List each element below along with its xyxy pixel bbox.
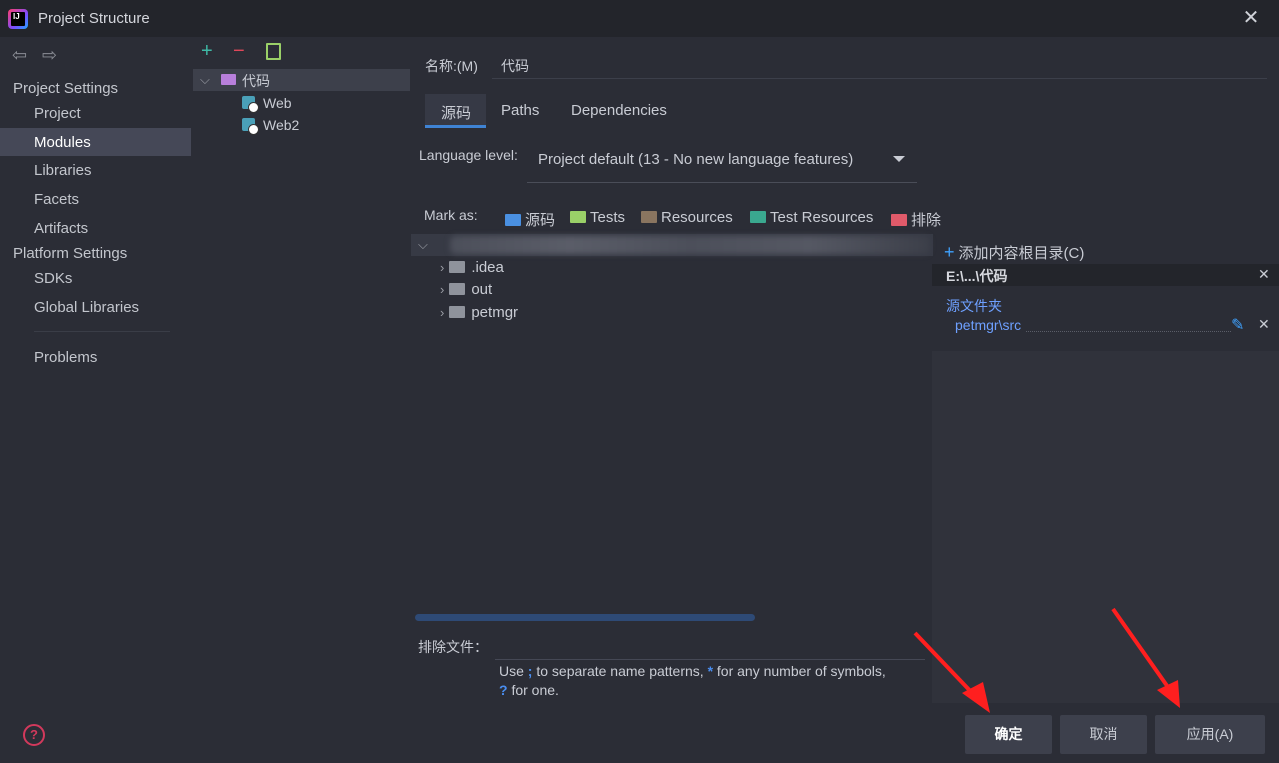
mark-tests-label: Tests [590, 209, 626, 226]
ok-button[interactable]: 确定 [965, 715, 1052, 754]
help-icon[interactable]: ? [23, 724, 45, 746]
module-folder-icon [221, 74, 236, 85]
chevron-right-icon: › [440, 282, 445, 297]
exclude-files-label: 排除文件： [418, 639, 488, 655]
exclude-files-field[interactable] [495, 659, 925, 660]
chevron-right-icon: › [440, 305, 445, 320]
nav-header-platform-settings: Platform Settings [13, 245, 128, 262]
excluded-folder-icon [891, 214, 907, 226]
language-level-value: Project default (13 - No new language fe… [538, 151, 854, 168]
nav-header-project-settings: Project Settings [13, 80, 119, 97]
module-child-web2[interactable]: Web2 [263, 117, 299, 133]
name-field-underline [492, 78, 1267, 79]
copy-module-icon[interactable] [266, 43, 281, 60]
window-title: Project Structure [38, 10, 150, 27]
plus-icon: + [944, 242, 955, 262]
chevron-down-icon[interactable]: ⌵ [418, 237, 428, 253]
intellij-app-icon: IJ [8, 9, 28, 29]
exclude-hint-line2: ? for one. [499, 682, 559, 698]
tab-active-underline [425, 125, 486, 128]
mark-tests-button[interactable]: Tests [570, 209, 625, 226]
mark-resources-button[interactable]: Resources [641, 209, 733, 226]
forward-arrow-icon[interactable]: ⇨ [42, 45, 57, 66]
folder-icon [449, 283, 466, 295]
nav-item-sdks[interactable]: SDKs [34, 270, 72, 287]
source-folder-path: petmgr\src [955, 317, 1022, 333]
blurred-root-path [450, 236, 930, 254]
folder-label: out [471, 281, 493, 298]
mark-test-resources-button[interactable]: Test Resources [750, 209, 873, 226]
close-icon[interactable]: ✕ [1240, 6, 1262, 30]
mark-excluded-button[interactable]: 排除 [891, 209, 941, 230]
folder-label: petmgr [471, 304, 519, 321]
nav-item-artifacts[interactable]: Artifacts [34, 220, 88, 237]
mark-resources-label: Resources [661, 209, 733, 226]
mark-test-resources-label: Test Resources [770, 209, 874, 226]
nav-item-project[interactable]: Project [34, 105, 81, 122]
nav-item-global-libraries[interactable]: Global Libraries [34, 299, 139, 316]
nav-item-libraries[interactable]: Libraries [34, 162, 92, 179]
folder-icon [449, 306, 466, 318]
test-folder-icon [570, 211, 586, 223]
mark-excluded-label: 排除 [911, 212, 942, 229]
mark-as-label: Mark as: [424, 207, 478, 223]
horizontal-scrollbar[interactable] [415, 614, 755, 621]
title-bar [0, 0, 1279, 37]
file-tree-item-petmgr[interactable]: › petmgr [440, 304, 518, 321]
add-module-icon[interactable]: + [201, 40, 213, 63]
resources-folder-icon [641, 211, 657, 223]
apply-button[interactable]: 应用(A) [1155, 715, 1265, 754]
name-field[interactable]: 代码 [501, 56, 529, 76]
remove-module-icon[interactable]: − [233, 40, 245, 63]
file-tree-item-out[interactable]: › out [440, 281, 492, 298]
add-content-root-label: 添加内容根目录(C) [958, 245, 1085, 262]
name-label: 名称:(M) [425, 58, 478, 74]
add-content-root-button[interactable]: + 添加内容根目录(C) [944, 242, 1084, 263]
edit-pencil-icon[interactable]: ✎ [1231, 315, 1244, 335]
folder-label: .idea [471, 259, 504, 276]
nav-selection-highlight [0, 128, 191, 156]
cancel-button[interactable]: 取消 [1060, 715, 1147, 754]
module-root-label[interactable]: 代码 [242, 71, 270, 91]
dropdown-caret-icon [893, 156, 905, 162]
tab-sources[interactable]: 源码 [441, 102, 471, 123]
exclude-hint-line1: Use ; to separate name patterns, * for a… [499, 663, 886, 679]
mark-sources-button[interactable]: 源码 [505, 209, 555, 230]
tab-paths[interactable]: Paths [501, 102, 539, 119]
remove-source-folder-icon[interactable]: ✕ [1258, 316, 1270, 333]
web-facet-icon [242, 118, 259, 135]
back-arrow-icon[interactable]: ⇦ [12, 45, 27, 66]
tab-dependencies[interactable]: Dependencies [571, 102, 667, 119]
module-child-web[interactable]: Web [263, 95, 292, 111]
chevron-down-icon[interactable]: ⌵ [200, 72, 210, 88]
nav-item-facets[interactable]: Facets [34, 191, 79, 208]
remove-content-root-icon[interactable]: ✕ [1258, 266, 1270, 283]
nav-item-problems[interactable]: Problems [34, 349, 97, 366]
folder-icon [449, 261, 466, 273]
test-resources-folder-icon [750, 211, 766, 223]
web-facet-icon [242, 96, 259, 113]
chevron-right-icon: › [440, 260, 445, 275]
file-tree-item-idea[interactable]: › .idea [440, 259, 504, 276]
nav-item-modules[interactable]: Modules [34, 134, 91, 151]
content-root-empty-area [932, 351, 1279, 703]
mark-sources-label: 源码 [525, 212, 556, 229]
source-folders-title: 源文件夹 [946, 298, 1002, 314]
dotted-leader [1026, 331, 1231, 332]
language-level-label: Language level: [419, 147, 518, 163]
content-root-path: E:\...\代码 [946, 268, 1008, 284]
nav-divider [34, 331, 170, 332]
source-folder-icon [505, 214, 521, 226]
